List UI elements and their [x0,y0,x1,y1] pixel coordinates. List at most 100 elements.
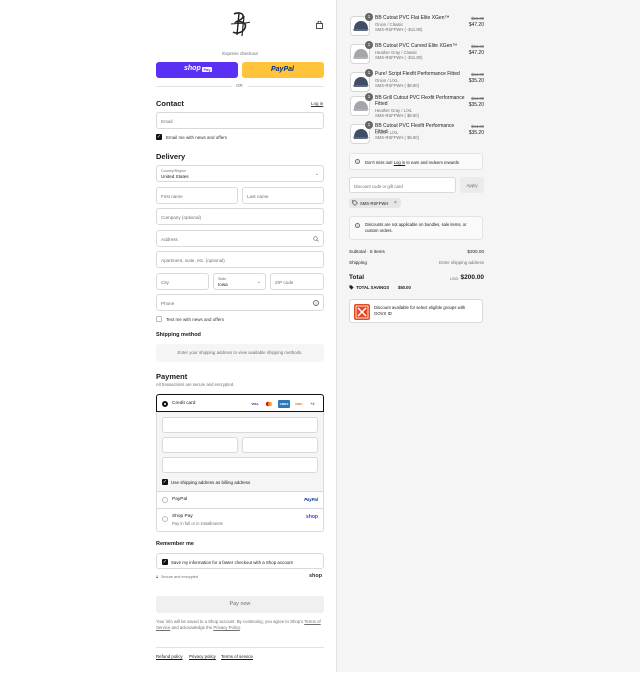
company-input[interactable]: Company (optional) [156,208,324,225]
pay-now-button[interactable]: Pay now [156,596,324,613]
paypal-radio[interactable] [162,497,168,503]
legal-and: and acknowledge the [171,625,213,630]
card-number-input[interactable] [162,417,318,433]
shipping-value: Enter shipping address [439,260,484,265]
apartment-placeholder: Apartment, suite, etc. (optional) [161,258,225,263]
apply-button[interactable]: Apply [460,177,484,193]
city-input[interactable]: City [156,273,209,290]
product-name: BB Cutout PVC Flat Elite XGen™ [375,15,450,21]
rewards-login-link[interactable]: Log in [394,160,405,165]
email-placeholder: Email [161,119,173,124]
footer-privacy-link[interactable]: Privacy policy [189,654,216,659]
paypal-logo: PayPal [304,497,318,502]
privacy-link[interactable]: Privacy Policy [213,625,239,630]
first-name-input[interactable]: First name [156,187,238,204]
footer-refund-link[interactable]: Refund policy [156,654,183,659]
company-placeholder: Company (optional) [161,215,202,220]
paypal-option-label: PayPal [172,497,188,502]
state-value: Iowa [218,282,228,287]
product-price: $47.20 [468,50,484,56]
shop-logo: shop [309,573,323,579]
shop-pay-radio[interactable] [162,516,168,522]
quantity-badge: 1 [365,69,373,77]
product-discount-code: SMS-RSFFWH ( $8.80) [375,113,419,118]
product-discount-code: SMS-RSFFWH ( -$11.80) [375,55,423,60]
card-name-input[interactable] [162,457,318,473]
secure-label: Secure and encrypted [161,575,199,579]
more-cards-count: +4 [310,401,315,406]
product-thumbnail: 1 [350,41,373,64]
phone-input[interactable]: Phone ? [156,294,324,311]
info-icon: i [355,223,360,228]
login-link[interactable]: Log in [311,101,323,106]
country-select[interactable]: Country/Region United States ⌄ [156,165,324,182]
address-placeholder: Address [161,237,178,242]
quantity-badge: 1 [365,13,373,21]
apartment-input[interactable]: Apartment, suite, etc. (optional) [156,251,324,268]
product-original-price: $59.00 [471,44,484,49]
rewards-box: i Don't miss out! Log in to earn and red… [349,153,483,170]
save-info-checkbox[interactable]: ✓ [162,559,168,565]
shop-pay-option-label: Shop Pay [172,514,193,519]
zip-placeholder: ZIP code [275,280,294,285]
discount-tag-code: SMS-RSFFWH [360,200,389,206]
legal-text: Your info will be saved to a Shop accoun… [156,619,321,630]
zip-input[interactable]: ZIP code [270,273,324,290]
credit-card-radio[interactable] [162,400,168,407]
paypal-option[interactable]: PayPal PayPal [157,491,323,508]
card-cvv-input[interactable] [242,437,318,453]
text-news-checkbox[interactable] [156,316,162,322]
remove-tag-icon[interactable]: × [394,200,397,206]
remember-me-heading: Remember me [156,541,194,547]
lock-icon: 🔒︎ [156,574,159,579]
product-original-price: $59.00 [471,16,484,21]
govx-box[interactable]: Discount available for select eligible g… [349,299,483,323]
subtotal-label: Subtotal · 5 items [349,249,385,254]
card-fields-panel: ✓ Use shipping address as billing addres… [157,412,323,491]
card-expiry-input[interactable] [162,437,238,453]
email-news-checkbox[interactable]: ✓ [156,134,162,140]
store-logo[interactable] [228,10,254,38]
discover-icon: DISC [295,402,303,406]
discount-code-input[interactable]: Discount code or gift card [349,177,456,193]
info-icon: i [355,159,360,164]
govx-text: Discount available for select eligible g… [374,305,466,316]
credit-card-label: Credit card [172,401,196,406]
product-discount-code: SMS-RSFFWH ( -$11.80) [375,27,423,32]
product-thumbnail: 1 [350,93,373,116]
shipping-label: Shipping [349,260,367,265]
quantity-badge: 1 [365,121,373,129]
product-name: BB Cutout PVC Curved Elite XGen™ [375,43,458,49]
discount-tag: SMS-RSFFWH × [349,198,401,208]
state-select[interactable]: State Iowa ⌄ [213,273,266,290]
total-label: Total [349,274,365,281]
shop-pay-logo: shop [306,514,318,520]
credit-card-option[interactable]: Credit card VISA AMEX DISC +4 [156,394,324,412]
savings-value: $50.00 [398,285,411,290]
rewards-text: Don't miss out! Log in to earn and redee… [365,160,459,165]
savings-label: TOTAL SAVINGS [356,285,390,290]
shop-pay-option[interactable]: Shop Pay Pay in full or in installments … [157,508,323,532]
last-name-placeholder: Last name [247,194,269,199]
help-icon[interactable]: ? [313,300,319,306]
last-name-input[interactable]: Last name [242,187,324,204]
paypal-button[interactable]: PayPal [242,62,324,78]
billing-same-checkbox[interactable]: ✓ [162,479,168,485]
text-news-label: Text me with news and offers [166,317,224,322]
email-input[interactable]: Email [156,112,324,129]
footer-terms-link[interactable]: Terms of service [221,654,253,659]
product-thumbnail: 1 [350,121,373,144]
cart-bag-icon[interactable] [316,20,323,29]
total-currency: USD [450,276,459,281]
tag-icon [352,200,358,208]
footer-divider [156,647,324,648]
city-placeholder: City [161,280,169,285]
shop-pay-button[interactable]: shop Pay [156,62,238,78]
total-value: $200.00 [460,274,485,281]
pay-now-label: Pay now [229,601,251,607]
quantity-badge: 1 [365,93,373,101]
phone-placeholder: Phone [161,301,175,306]
checkout-form: Express checkout shop Pay PayPal OR Cont… [0,0,336,672]
visa-icon: VISA [251,402,259,406]
address-input[interactable]: Address [156,230,324,247]
